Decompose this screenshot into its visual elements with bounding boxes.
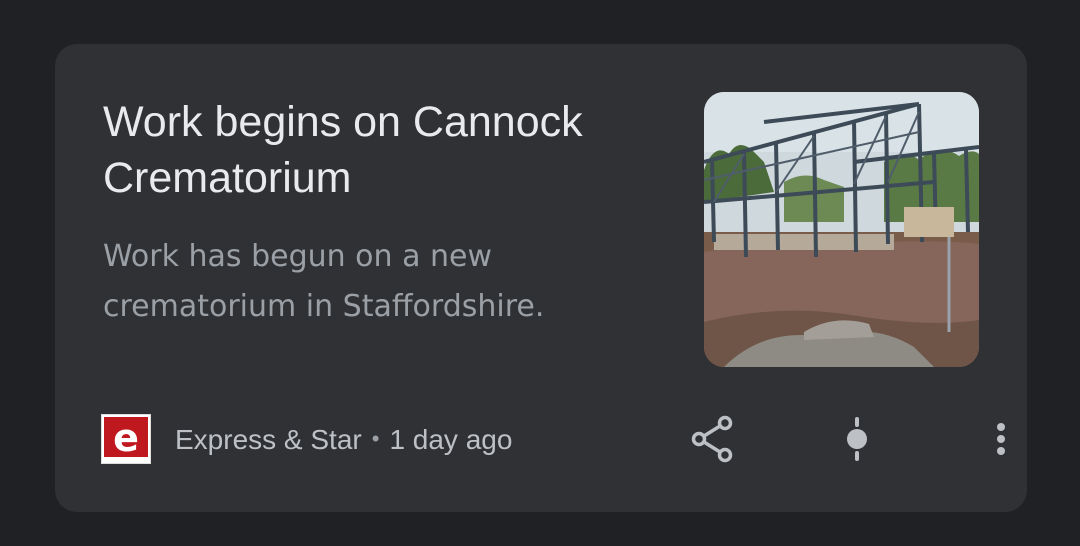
article-snippet: Work has begun on a new crematorium in S… xyxy=(103,239,545,324)
publisher-logo[interactable]: e xyxy=(101,414,151,464)
publish-time: 1 day ago xyxy=(389,424,513,455)
separator-dot: • xyxy=(371,426,380,451)
news-card[interactable]: Work begins on Cannock Crematorium Work … xyxy=(55,44,1027,512)
full-coverage-button[interactable] xyxy=(829,414,885,464)
article-title[interactable]: Work begins on Cannock Crematorium xyxy=(103,94,663,206)
more-vert-icon xyxy=(997,423,1005,455)
share-icon xyxy=(691,415,733,463)
card-footer: e Express & Star • 1 day ago xyxy=(101,414,1005,464)
more-options-button[interactable] xyxy=(973,414,1029,464)
publisher-name[interactable]: Express & Star xyxy=(175,424,362,455)
publisher-logo-letter: e xyxy=(113,416,139,460)
source-line: Express & Star • 1 day ago xyxy=(175,423,512,456)
full-coverage-icon xyxy=(847,417,867,461)
share-button[interactable] xyxy=(685,414,741,464)
article-thumbnail[interactable] xyxy=(704,92,979,367)
